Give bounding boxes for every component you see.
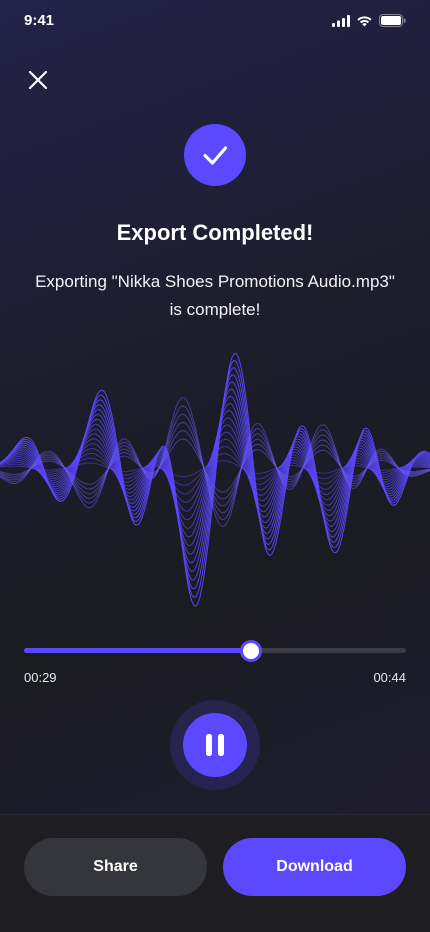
download-button[interactable]: Download <box>223 838 406 896</box>
checkmark-icon <box>203 146 228 165</box>
status-icons <box>332 14 406 27</box>
share-button[interactable]: Share <box>24 838 207 896</box>
export-message-line-1: Exporting "Nikka Shoes Promotions Audio.… <box>35 272 395 291</box>
pause-icon <box>206 734 224 756</box>
share-button-label: Share <box>93 858 138 875</box>
cellular-signal-icon <box>332 14 350 27</box>
close-icon <box>28 70 48 90</box>
audio-waveform <box>0 352 430 607</box>
playback-progress-slider[interactable] <box>24 640 406 662</box>
export-message-line-2: is complete! <box>169 300 261 319</box>
pause-button[interactable] <box>183 713 247 777</box>
progress-thumb[interactable] <box>240 640 262 662</box>
status-time: 9:41 <box>24 12 55 29</box>
download-button-label: Download <box>276 858 353 875</box>
close-button[interactable] <box>22 64 54 96</box>
progress-fill <box>24 648 251 653</box>
export-message: Exporting "Nikka Shoes Promotions Audio.… <box>0 268 430 324</box>
export-complete-screen: 9:41 Export Completed! Exporting "Nikka … <box>0 0 430 932</box>
total-time: 00:44 <box>373 670 406 685</box>
battery-icon <box>379 14 406 27</box>
success-badge <box>184 124 246 186</box>
current-time: 00:29 <box>24 670 57 685</box>
wifi-icon <box>357 15 372 26</box>
export-title: Export Completed! <box>116 220 314 245</box>
status-bar: 9:41 <box>0 0 430 44</box>
